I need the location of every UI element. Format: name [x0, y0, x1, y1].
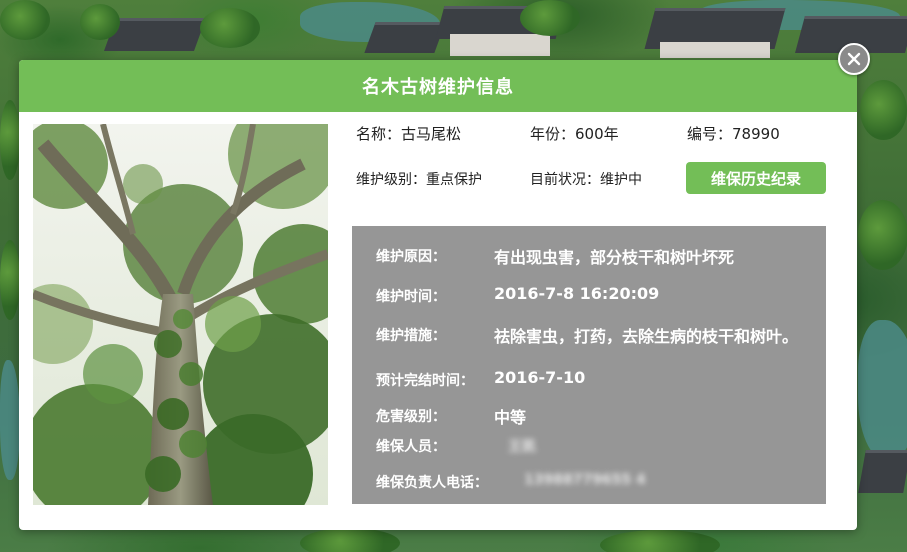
bush — [860, 80, 907, 140]
house-roof — [858, 450, 907, 493]
tree-basic-info: 名称：古马尾松 年份：600年 编号：78990 维护级别：重点保护 目前状况：… — [356, 124, 836, 194]
current-status-value: 维护中 — [600, 172, 642, 188]
maintenance-time-label: 维护时间： — [376, 289, 446, 305]
tree-info-dialog: 名木古树维护信息 名称：古马尾松 年份：600年 编号：78990 维护级别：重… — [19, 60, 857, 530]
protection-level-field: 维护级别：重点保护 — [356, 170, 482, 190]
tree-id-value: 78990 — [732, 125, 780, 143]
estimated-completion-value: 2016-7-10 — [494, 368, 586, 387]
bush — [300, 528, 400, 552]
bush — [200, 8, 260, 48]
maintenance-reason-value: 有出现虫害，部分枝干和树叶坏死 — [494, 248, 735, 267]
bush — [600, 530, 720, 552]
manager-phone-value: 13988779655 4 — [524, 472, 646, 488]
tree-age-label: 年份： — [530, 125, 576, 143]
dialog-title: 名木古树维护信息 — [362, 77, 514, 98]
maintenance-staff-label: 维保人员： — [376, 439, 446, 455]
protection-level-label: 维护级别： — [356, 172, 426, 188]
tree-age-field: 年份：600年 — [530, 124, 619, 144]
maintenance-time-value: 2016-7-8 16:20:09 — [494, 284, 660, 303]
hazard-level-label: 危害级别： — [376, 409, 446, 425]
tree-id-label: 编号： — [687, 125, 733, 143]
bush — [0, 0, 50, 40]
maintenance-measure-value: 祛除害虫，打药，去除生病的枝干和树叶。 — [494, 327, 799, 346]
tree-age-value: 600年 — [575, 125, 619, 143]
dialog-header: 名木古树维护信息 — [19, 60, 857, 112]
maintenance-reason-label: 维护原因： — [376, 249, 446, 265]
maintenance-history-button[interactable]: 维保历史纪录 — [686, 162, 826, 194]
maintenance-record-panel: 维护原因： 有出现虫害，部分枝干和树叶坏死 维护时间： 2016-7-8 16:… — [352, 226, 826, 504]
info-row-status: 维护级别：重点保护 目前状况：维护中 维保历史纪录 — [356, 162, 836, 194]
tree-photo-image — [33, 124, 328, 505]
bush — [80, 4, 120, 40]
maintenance-measure-label: 维护措施： — [376, 328, 446, 344]
bush — [858, 200, 907, 270]
close-dialog-button[interactable] — [838, 43, 870, 75]
tree-name-value: 古马尾松 — [401, 125, 462, 143]
maintenance-staff-value: 王凯 — [508, 439, 536, 455]
hazard-level-value: 中等 — [494, 408, 527, 427]
info-row-basic: 名称：古马尾松 年份：600年 编号：78990 — [356, 124, 836, 148]
house-wall — [450, 34, 550, 56]
estimated-completion-label: 预计完结时间： — [376, 373, 474, 389]
current-status-label: 目前状况： — [530, 172, 600, 188]
house-wall — [660, 42, 770, 58]
manager-phone-label: 维保负责人电话： — [376, 475, 488, 491]
tree-photo — [33, 124, 328, 505]
bush — [0, 240, 20, 320]
bush — [0, 100, 20, 180]
tree-name-field: 名称：古马尾松 — [356, 124, 461, 144]
house-roof — [364, 22, 446, 53]
map-scene: 名木古树维护信息 名称：古马尾松 年份：600年 编号：78990 维护级别：重… — [0, 0, 907, 552]
tree-name-label: 名称： — [356, 125, 402, 143]
tree-id-field: 编号：78990 — [687, 124, 780, 144]
current-status-field: 目前状况：维护中 — [530, 170, 642, 190]
close-icon — [847, 52, 861, 66]
protection-level-value: 重点保护 — [426, 172, 482, 188]
pond-water — [858, 320, 907, 460]
bush — [520, 0, 580, 36]
